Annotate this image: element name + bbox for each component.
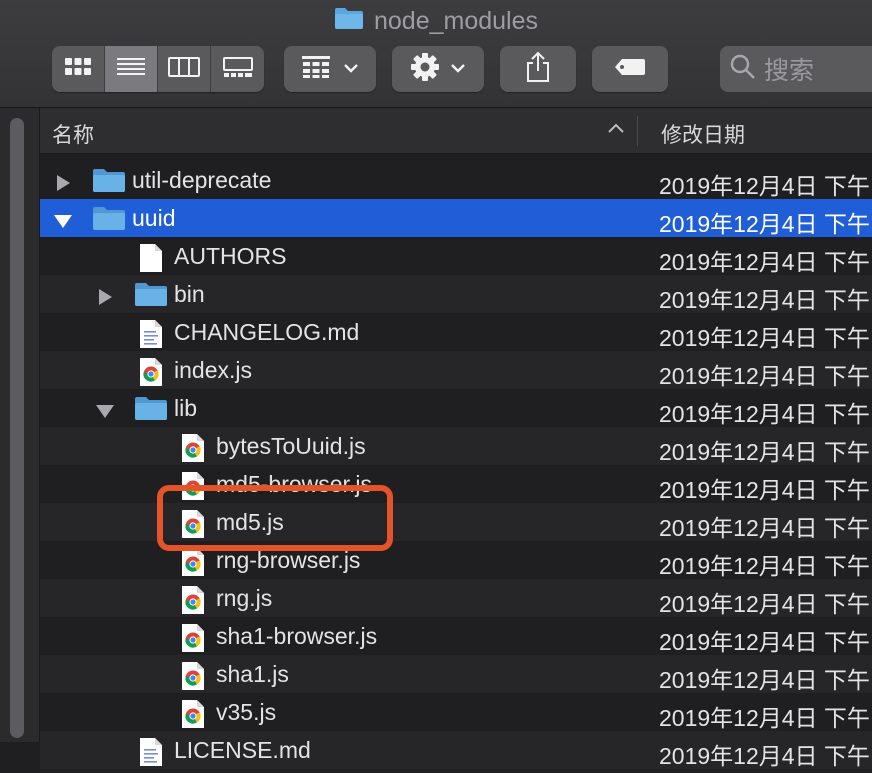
file-date-modified: 2019年12月4日 下午 [659,173,870,199]
chrome-js-file-icon [180,661,206,697]
file-row[interactable]: index.js 2019年12月4日 下午 [40,351,872,389]
document-icon [138,243,164,279]
file-date-modified: 2019年12月4日 下午 [659,743,870,769]
file-name: AUTHORS [174,243,287,269]
share-icon [525,51,551,88]
folder-icon [92,205,126,237]
icon-view-button[interactable] [52,46,105,92]
disclosure-triangle-right-icon[interactable] [94,285,116,312]
file-row[interactable]: util-deprecate 2019年12月4日 下午 [40,161,872,199]
file-date-modified: 2019年12月4日 下午 [659,325,870,351]
text-document-icon [138,737,164,773]
gallery-icon [222,56,254,83]
tags-button[interactable] [592,46,668,92]
chrome-js-file-icon [180,585,206,621]
file-date-modified: 2019年12月4日 下午 [659,211,870,237]
chrome-js-file-icon [180,547,206,583]
view-mode-control [52,46,264,92]
chrome-js-file-icon [180,699,206,735]
folder-icon [334,6,364,37]
list-icon [116,56,146,83]
sidebar-scrollbar[interactable] [10,118,24,738]
file-date-modified: 2019年12月4日 下午 [659,629,870,655]
file-name: CHANGELOG.md [174,319,360,345]
file-name: bytesToUuid.js [216,433,366,459]
chevron-down-icon [450,60,466,78]
grid-icon [64,56,92,83]
disclosure-triangle-right-icon[interactable] [52,171,74,198]
file-date-modified: 2019年12月4日 下午 [659,401,870,427]
file-name: bin [174,281,205,307]
file-name: lib [174,395,198,421]
file-date-modified: 2019年12月4日 下午 [659,667,870,693]
folder-icon [92,167,126,199]
chrome-js-file-icon [180,433,206,469]
file-name: sha1-browser.js [216,623,378,649]
gallery-view-button[interactable] [211,46,264,92]
file-date-modified: 2019年12月4日 下午 [659,591,870,617]
toolbar: 搜索 [0,46,872,94]
search-placeholder: 搜索 [764,57,815,85]
disclosure-triangle-down-icon[interactable] [52,209,74,236]
window-title: node_modules [0,6,872,36]
file-name: rng.js [216,585,273,611]
file-row[interactable]: bin 2019年12月4日 下午 [40,275,872,313]
file-name: index.js [174,357,252,383]
sort-ascending-icon[interactable] [606,118,626,146]
file-name: v35.js [216,699,277,725]
column-divider[interactable] [637,116,638,146]
chrome-js-file-icon [138,357,164,393]
file-date-modified: 2019年12月4日 下午 [659,705,870,731]
chrome-js-file-icon [180,623,206,659]
file-row[interactable]: v35.js 2019年12月4日 下午 [40,693,872,731]
action-button[interactable] [392,46,484,92]
group-grid-icon [301,55,331,84]
file-row[interactable]: rng.js 2019年12月4日 下午 [40,579,872,617]
search-icon [730,54,756,85]
file-row[interactable]: lib 2019年12月4日 下午 [40,389,872,427]
folder-icon [134,281,168,313]
file-name: rng-browser.js [216,547,361,573]
file-row[interactable]: AUTHORS 2019年12月4日 下午 [40,237,872,275]
highlight-annotation [157,485,393,551]
file-row[interactable]: sha1-browser.js 2019年12月4日 下午 [40,617,872,655]
file-name: sha1.js [216,661,289,687]
text-document-icon [138,319,164,355]
file-row[interactable]: bytesToUuid.js 2019年12月4日 下午 [40,427,872,465]
file-date-modified: 2019年12月4日 下午 [659,363,870,389]
file-row[interactable]: sha1.js 2019年12月4日 下午 [40,655,872,693]
column-header: 名称 修改日期 [40,108,872,154]
disclosure-triangle-down-icon[interactable] [94,399,116,426]
file-date-modified: 2019年12月4日 下午 [659,249,870,275]
file-name: util-deprecate [132,167,272,193]
file-row[interactable]: uuid 2019年12月4日 下午 [40,199,872,237]
file-row[interactable]: CHANGELOG.md 2019年12月4日 下午 [40,313,872,351]
column-view-button[interactable] [158,46,211,92]
file-name: uuid [132,205,176,231]
column-header-date-modified[interactable]: 修改日期 [661,119,745,149]
folder-icon [134,395,168,427]
column-header-name[interactable]: 名称 [52,119,94,149]
window-title-text: node_modules [373,6,538,35]
file-list: util-deprecate 2019年12月4日 下午 uuid 2019年12月… [40,161,872,769]
file-date-modified: 2019年12月4日 下午 [659,553,870,579]
share-button[interactable] [500,46,576,92]
list-view-button[interactable] [105,46,158,92]
title-bar: node_modules 搜索 [0,0,872,108]
file-date-modified: 2019年12月4日 下午 [659,287,870,313]
columns-icon [168,56,200,83]
file-date-modified: 2019年12月4日 下午 [659,477,870,503]
gear-icon [410,52,440,87]
file-name: LICENSE.md [174,737,311,763]
group-by-button[interactable] [284,46,376,92]
file-row[interactable]: LICENSE.md 2019年12月4日 下午 [40,731,872,769]
file-date-modified: 2019年12月4日 下午 [659,515,870,541]
tag-icon [614,57,646,82]
file-date-modified: 2019年12月4日 下午 [659,439,870,465]
search-field[interactable]: 搜索 [720,46,872,92]
chevron-down-icon [343,60,359,78]
